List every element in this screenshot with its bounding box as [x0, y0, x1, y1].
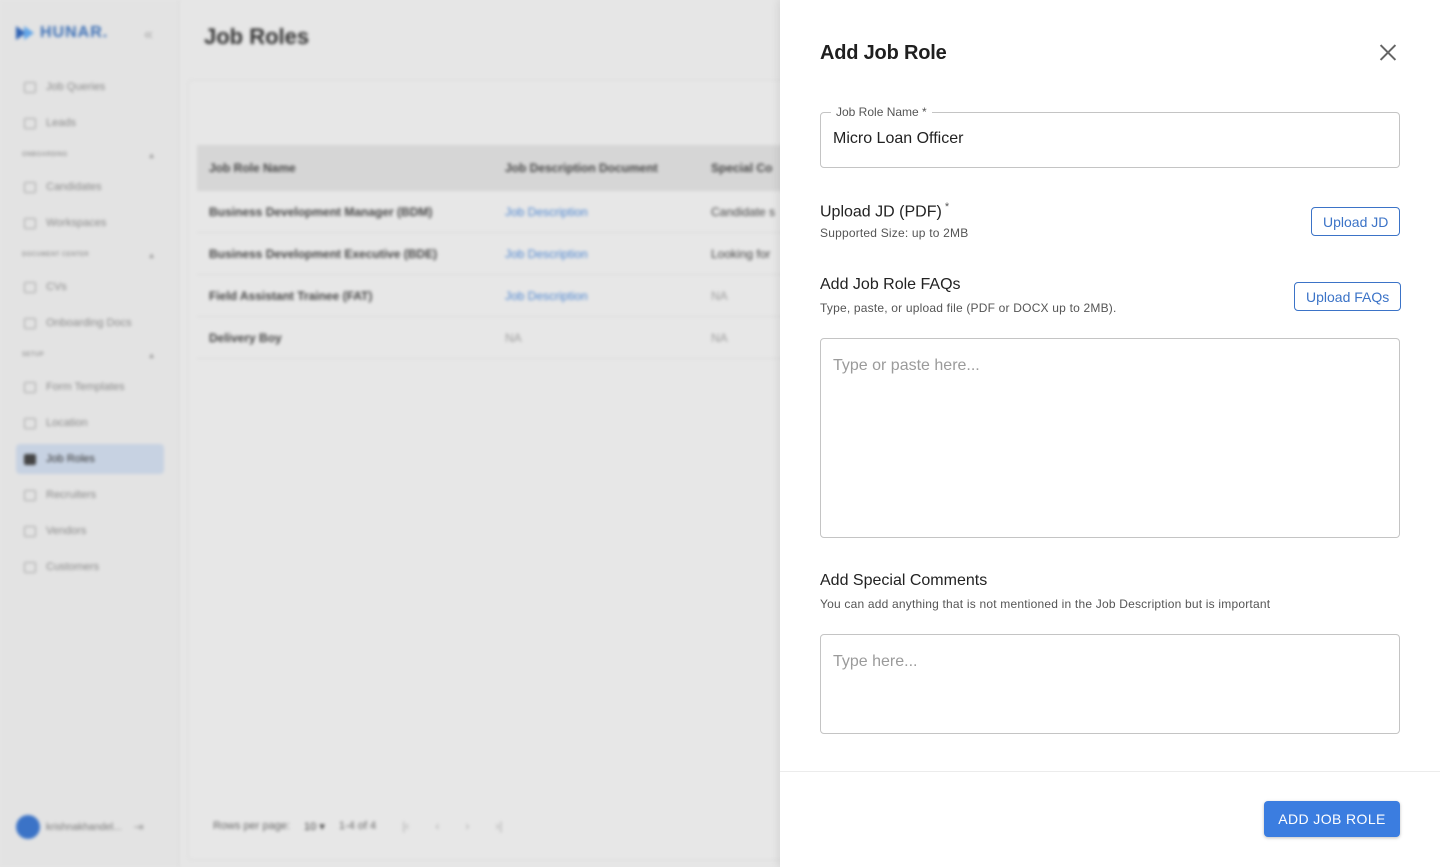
sidebar-item-job-queries[interactable]: Job Queries: [16, 72, 164, 102]
sidebar-item-label: Job Queries: [46, 81, 106, 93]
chevron-up-icon: ▲: [147, 350, 156, 360]
key-icon: [24, 453, 36, 465]
job-description-link[interactable]: Job Description: [493, 247, 699, 261]
job-role-name-field: Job Role Name *: [820, 105, 1400, 168]
special-comments-hint: You can add anything that is not mention…: [820, 597, 1271, 611]
drawer-title: Add Job Role: [820, 42, 947, 64]
building-icon: [24, 561, 36, 573]
collapse-sidebar-icon[interactable]: «: [144, 26, 153, 44]
upload-jd-hint: Supported Size: up to 2MB: [820, 226, 969, 240]
upload-jd-title-text: Upload JD (PDF): [820, 203, 942, 221]
sidebar-item-label: CVs: [46, 281, 67, 293]
sidebar-item-label: Recruiters: [46, 489, 97, 501]
folder-icon: [24, 217, 36, 229]
sidebar-item-cvs[interactable]: CVs: [16, 272, 164, 302]
sidebar-item-label: Job Roles: [46, 453, 95, 465]
sidebar-item-job-roles[interactable]: Job Roles: [16, 444, 164, 474]
document-icon: [24, 281, 36, 293]
sidebar-section-setup[interactable]: SETUP ▲: [16, 344, 164, 366]
sidebar-section-document-center[interactable]: DOCUMENT CENTER ▲: [16, 244, 164, 266]
location-icon: [24, 417, 36, 429]
cell-job-role-name: Field Assistant Trainee (FAT): [209, 288, 373, 303]
first-page-icon[interactable]: |‹: [402, 819, 409, 833]
list-icon: [24, 117, 36, 129]
avatar: [16, 815, 40, 839]
rows-per-page-select[interactable]: 10 ▾: [304, 820, 325, 833]
job-role-name-label: Job Role Name *: [831, 105, 932, 119]
sidebar-item-label: Form Templates: [46, 381, 125, 393]
faqs-title: Add Job Role FAQs: [820, 276, 961, 293]
upload-faqs-button[interactable]: Upload FAQs: [1294, 282, 1402, 311]
sidebar-item-label: Workspaces: [46, 217, 107, 229]
person-icon: [24, 489, 36, 501]
sidebar-item-leads[interactable]: Leads: [16, 108, 164, 138]
sidebar-item-workspaces[interactable]: Workspaces: [16, 208, 164, 238]
previous-page-icon[interactable]: ‹: [435, 819, 439, 833]
chevron-up-icon: ▲: [147, 250, 156, 260]
add-job-role-button[interactable]: ADD JOB ROLE: [1264, 801, 1400, 837]
store-icon: [24, 525, 36, 537]
brand-logo: HUNAR.: [16, 24, 108, 42]
rows-per-page-value: 10: [304, 820, 317, 833]
brand-name: HUNAR.: [40, 24, 109, 41]
form-icon: [24, 381, 36, 393]
special-comments-title: Add Special Comments: [820, 572, 988, 589]
special-comments-textarea[interactable]: [820, 634, 1400, 734]
sidebar-item-label: Candidates: [46, 181, 102, 193]
user-name: krishnakhandel...: [46, 821, 122, 833]
job-role-name-input[interactable]: [833, 130, 1383, 148]
sidebar-item-form-templates[interactable]: Form Templates: [16, 372, 164, 402]
faqs-hint: Type, paste, or upload file (PDF or DOCX…: [820, 301, 1117, 315]
section-title: SETUP: [22, 352, 45, 358]
sidebar-item-label: Location: [46, 417, 88, 429]
next-page-icon[interactable]: ›: [465, 819, 469, 833]
sidebar-item-label: Onboarding Docs: [46, 317, 132, 329]
id-card-icon: [24, 317, 36, 329]
page-title: Job Roles: [204, 24, 310, 49]
sidebar-item-label: Leads: [46, 117, 76, 129]
section-title: ONBOARDING: [22, 152, 68, 158]
close-icon[interactable]: [1376, 40, 1400, 64]
sidebar-item-recruiters[interactable]: Recruiters: [16, 480, 164, 510]
job-description-link[interactable]: Job Description: [493, 289, 699, 303]
cell-job-role-name: Delivery Boy: [209, 330, 282, 345]
sidebar: HUNAR. « Job Queries Leads ONBOARDING ▲ C…: [0, 0, 179, 867]
user-profile[interactable]: krishnakhandel... ⇥: [16, 815, 144, 839]
sidebar-item-candidates[interactable]: Candidates: [16, 172, 164, 202]
cell-job-role-name: Business Development Executive (BDE): [209, 246, 438, 261]
job-description-link[interactable]: Job Description: [493, 205, 699, 219]
column-header-job-role-name[interactable]: Job Role Name: [197, 161, 493, 175]
sidebar-item-label: Vendors: [46, 525, 87, 537]
cell-job-role-name: Business Development Manager (BDM): [209, 204, 433, 219]
cell-job-description: NA: [505, 330, 522, 345]
add-job-role-drawer: Add Job Role Job Role Name * Upload JD (…: [780, 0, 1440, 867]
sidebar-section-onboarding[interactable]: ONBOARDING ▲: [16, 144, 164, 166]
last-page-icon[interactable]: ›|: [495, 819, 502, 833]
pagination-range: 1-4 of 4: [338, 820, 377, 832]
footer-divider: [780, 771, 1440, 772]
rows-per-page-label: Rows per page:: [213, 820, 291, 832]
sidebar-item-location[interactable]: Location: [16, 408, 164, 438]
chevron-up-icon: ▲: [147, 150, 156, 160]
sidebar-item-customers[interactable]: Customers: [16, 552, 164, 582]
upload-jd-title: Upload JD (PDF) *: [820, 201, 949, 221]
logout-icon[interactable]: ⇥: [134, 820, 144, 834]
sidebar-item-onboarding-docs[interactable]: Onboarding Docs: [16, 308, 164, 338]
column-header-job-description-document[interactable]: Job Description Document: [493, 161, 699, 175]
sidebar-nav: Job Queries Leads ONBOARDING ▲ Candidates…: [16, 72, 164, 588]
required-marker: *: [944, 201, 950, 213]
upload-jd-button[interactable]: Upload JD: [1311, 207, 1401, 236]
chat-icon: [24, 81, 36, 93]
faqs-textarea[interactable]: [820, 338, 1400, 538]
sidebar-item-vendors[interactable]: Vendors: [16, 516, 164, 546]
table-icon: [24, 181, 36, 193]
logo-icon: [16, 24, 36, 42]
section-title: DOCUMENT CENTER: [22, 252, 89, 258]
sidebar-item-label: Customers: [46, 561, 100, 573]
pagination: Rows per page: 10 ▾ 1-4 of 4 |‹ ‹ › ›|: [213, 819, 502, 833]
